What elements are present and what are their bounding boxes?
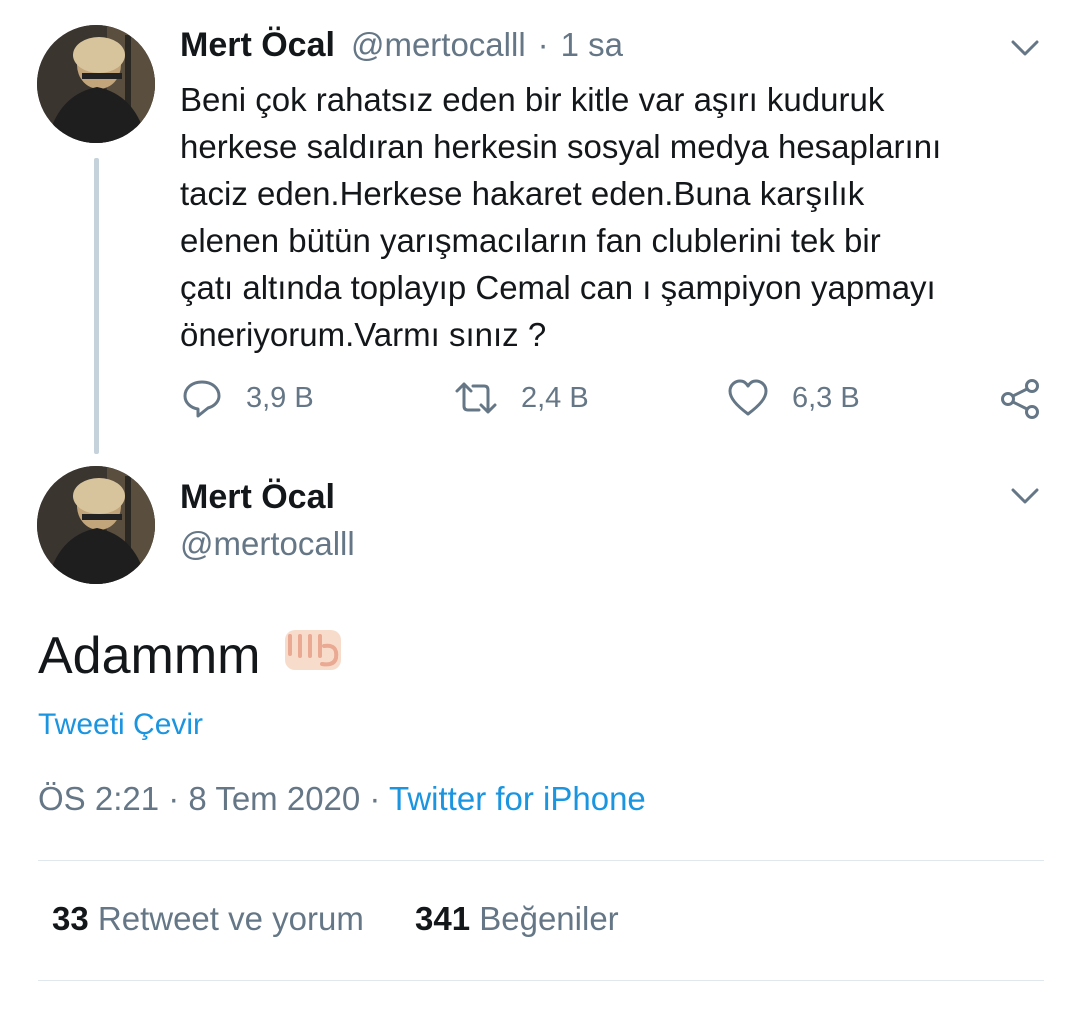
retweets-stat[interactable]: 33 Retweet ve yorum xyxy=(52,900,364,937)
retweets-label: Retweet ve yorum xyxy=(97,900,364,937)
divider xyxy=(38,980,1044,981)
author-handle[interactable]: @mertocalll xyxy=(180,525,355,563)
tweet-header: Mert Öcal @mertocalll · 1 sa xyxy=(180,26,623,65)
avatar[interactable] xyxy=(37,25,155,143)
retweet-button[interactable]: 2,4 B xyxy=(453,376,589,420)
retweet-count: 2,4 B xyxy=(521,381,589,414)
share-icon xyxy=(1001,379,1039,419)
likes-count: 341 xyxy=(415,900,471,937)
tweet-meta: ÖS 2:21 · 8 Tem 2020 · Twitter for iPhon… xyxy=(38,780,646,818)
author-name[interactable]: Mert Öcal xyxy=(180,26,335,65)
like-count: 6,3 B xyxy=(792,381,860,414)
reply-button[interactable]: 3,9 B xyxy=(180,376,314,420)
translate-tweet-link[interactable]: Tweeti Çevir xyxy=(38,708,203,742)
tweet-stats: 33 Retweet ve yorum 341 Beğeniler xyxy=(52,900,619,938)
reply-count: 3,9 B xyxy=(246,381,314,414)
divider xyxy=(38,860,1044,861)
reply-icon xyxy=(183,380,221,418)
chevron-down-icon[interactable] xyxy=(1010,484,1040,508)
reply-text: Adammm xyxy=(38,626,261,685)
like-button[interactable]: 6,3 B xyxy=(726,376,860,420)
chevron-down-icon[interactable] xyxy=(1010,36,1040,60)
fist-emoji xyxy=(282,624,344,687)
retweet-icon xyxy=(455,382,497,414)
reply-text-row: Adammm xyxy=(38,624,344,687)
likes-stat[interactable]: 341 Beğeniler xyxy=(415,900,619,937)
author-handle[interactable]: @mertocalll xyxy=(351,26,526,64)
author-name[interactable]: Mert Öcal xyxy=(180,478,335,517)
separator-dot: · xyxy=(537,26,549,63)
avatar[interactable] xyxy=(37,466,155,584)
tweet-timestamp[interactable]: ÖS 2:21 · 8 Tem 2020 · xyxy=(38,780,380,817)
heart-icon xyxy=(728,379,768,416)
share-button[interactable] xyxy=(1000,378,1042,425)
tweet-source-link[interactable]: Twitter for iPhone xyxy=(389,780,646,817)
tweet-text: Beni çok rahatsız eden bir kitle var aşı… xyxy=(180,81,942,353)
retweets-count: 33 xyxy=(52,900,89,937)
thread-line xyxy=(94,158,99,454)
likes-label: Beğeniler xyxy=(479,900,619,937)
tweet-time[interactable]: 1 sa xyxy=(561,26,623,64)
